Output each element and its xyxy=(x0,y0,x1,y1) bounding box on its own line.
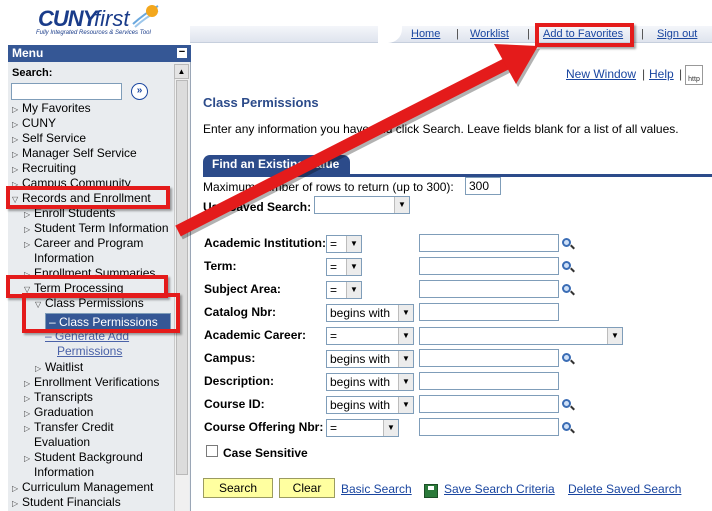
annotation-arrow-icon xyxy=(175,44,540,240)
